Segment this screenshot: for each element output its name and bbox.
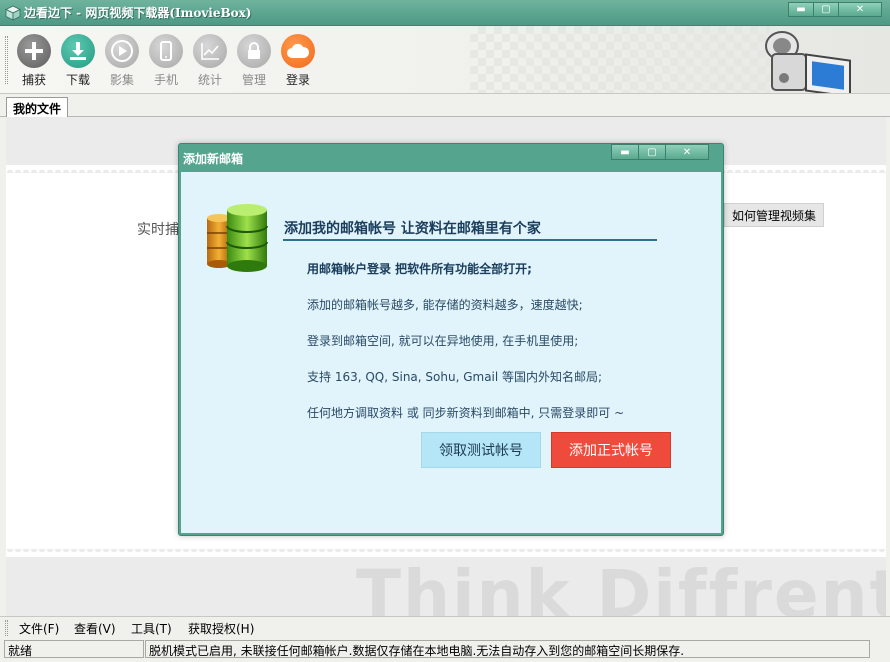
menu-tools[interactable]: 工具(T) bbox=[131, 620, 172, 637]
plus-icon bbox=[25, 42, 43, 60]
video-camera-icon bbox=[765, 31, 851, 93]
minimize-button[interactable]: ▬ bbox=[788, 2, 814, 17]
stats-button[interactable]: 统计 bbox=[188, 34, 232, 88]
dialog-title: 添加新邮箱 bbox=[183, 152, 244, 166]
dialog-line-2: 登录到邮箱空间, 就可以在异地使用, 在手机里使用; bbox=[307, 334, 579, 348]
tab-bar: 我的文件 bbox=[0, 95, 890, 118]
album-label: 影集 bbox=[109, 73, 134, 87]
get-test-account-button[interactable]: 领取测试帐号 bbox=[421, 432, 541, 468]
dialog-minimize-button[interactable]: ▬ bbox=[611, 144, 639, 160]
title-bar[interactable]: 边看边下 - 网页视频下载器(ImovieBox) ▬ ▢ ✕ bbox=[0, 0, 890, 26]
toolbar: 捕获 下载 影集 手机 统计 管理 登录 bbox=[0, 26, 890, 94]
heading-underline bbox=[283, 239, 657, 241]
phone-icon bbox=[160, 41, 172, 61]
status-state: 就绪 bbox=[4, 640, 144, 658]
lock-icon bbox=[248, 42, 260, 59]
add-real-account-button[interactable]: 添加正式帐号 bbox=[551, 432, 671, 468]
play-icon bbox=[111, 40, 133, 62]
login-button[interactable]: 登录 bbox=[276, 34, 320, 88]
manage-toolbar-button[interactable]: 管理 bbox=[232, 34, 276, 88]
album-button[interactable]: 影集 bbox=[100, 34, 144, 88]
capture-button[interactable]: 捕获 bbox=[12, 34, 56, 88]
menu-file[interactable]: 文件(F) bbox=[19, 620, 59, 637]
add-mailbox-dialog: 添加新邮箱 ▬ ▢ ✕ 添加我的邮箱帐号 让资料在邮箱里有个家 用邮箱帐户登录 … bbox=[178, 143, 724, 536]
dialog-line-3: 支持 163, QQ, Sina, Sohu, Gmail 等国内外知名邮局; bbox=[307, 370, 603, 384]
dialog-heading: 添加我的邮箱帐号 让资料在邮箱里有个家 bbox=[284, 221, 541, 237]
capture-hint-text: 实时捕 bbox=[137, 222, 179, 238]
chart-icon bbox=[201, 43, 219, 60]
menu-license[interactable]: 获取授权(H) bbox=[188, 620, 254, 637]
status-message: 脱机模式已启用, 未联接任何邮箱帐户.数据仅存储在本地电脑.无法自动存入到您的邮… bbox=[145, 640, 870, 658]
close-button[interactable]: ✕ bbox=[838, 2, 882, 17]
dialog-body: 添加我的邮箱帐号 让资料在邮箱里有个家 用邮箱帐户登录 把软件所有功能全部打开;… bbox=[181, 172, 721, 533]
dialog-line-4: 任何地方调取资料 或 同步新资料到邮箱中, 只需登录即可 ~ bbox=[307, 406, 625, 420]
dialog-maximize-button[interactable]: ▢ bbox=[638, 144, 666, 160]
menu-bar: 文件(F) 查看(V) 工具(T) 获取授权(H) bbox=[0, 616, 890, 638]
login-label: 登录 bbox=[285, 73, 310, 87]
download-button[interactable]: 下载 bbox=[56, 34, 100, 88]
window-title: 边看边下 - 网页视频下载器(ImovieBox) bbox=[24, 6, 252, 20]
toolbar-grip[interactable] bbox=[5, 36, 8, 84]
dialog-close-button[interactable]: ✕ bbox=[665, 144, 709, 160]
status-bar: 就绪 脱机模式已启用, 未联接任何邮箱帐户.数据仅存储在本地电脑.无法自动存入到… bbox=[0, 638, 890, 662]
capture-label: 捕获 bbox=[21, 73, 46, 87]
maximize-button[interactable]: ▢ bbox=[813, 2, 839, 17]
download-label: 下载 bbox=[65, 73, 90, 87]
database-icon bbox=[207, 204, 268, 272]
manage-label: 管理 bbox=[241, 73, 266, 87]
tab-my-files[interactable]: 我的文件 bbox=[6, 97, 69, 118]
app-cube-icon bbox=[5, 5, 21, 21]
menu-view[interactable]: 查看(V) bbox=[74, 620, 116, 637]
stats-label: 统计 bbox=[197, 73, 222, 87]
toolbar-pattern bbox=[470, 26, 770, 93]
dialog-line-1: 添加的邮箱帐号越多, 能存储的资料越多，速度越快; bbox=[307, 298, 583, 312]
download-icon bbox=[70, 42, 86, 60]
dialog-subheading: 用邮箱帐户登录 把软件所有功能全部打开; bbox=[307, 262, 532, 276]
cloud-icon bbox=[287, 43, 310, 58]
menu-grip[interactable] bbox=[5, 620, 8, 636]
watermark-text: Think Diffrent bbox=[356, 556, 886, 617]
how-to-manage-button[interactable]: 如何管理视频集 bbox=[724, 203, 824, 227]
phone-label: 手机 bbox=[153, 73, 178, 87]
phone-button[interactable]: 手机 bbox=[144, 34, 188, 88]
